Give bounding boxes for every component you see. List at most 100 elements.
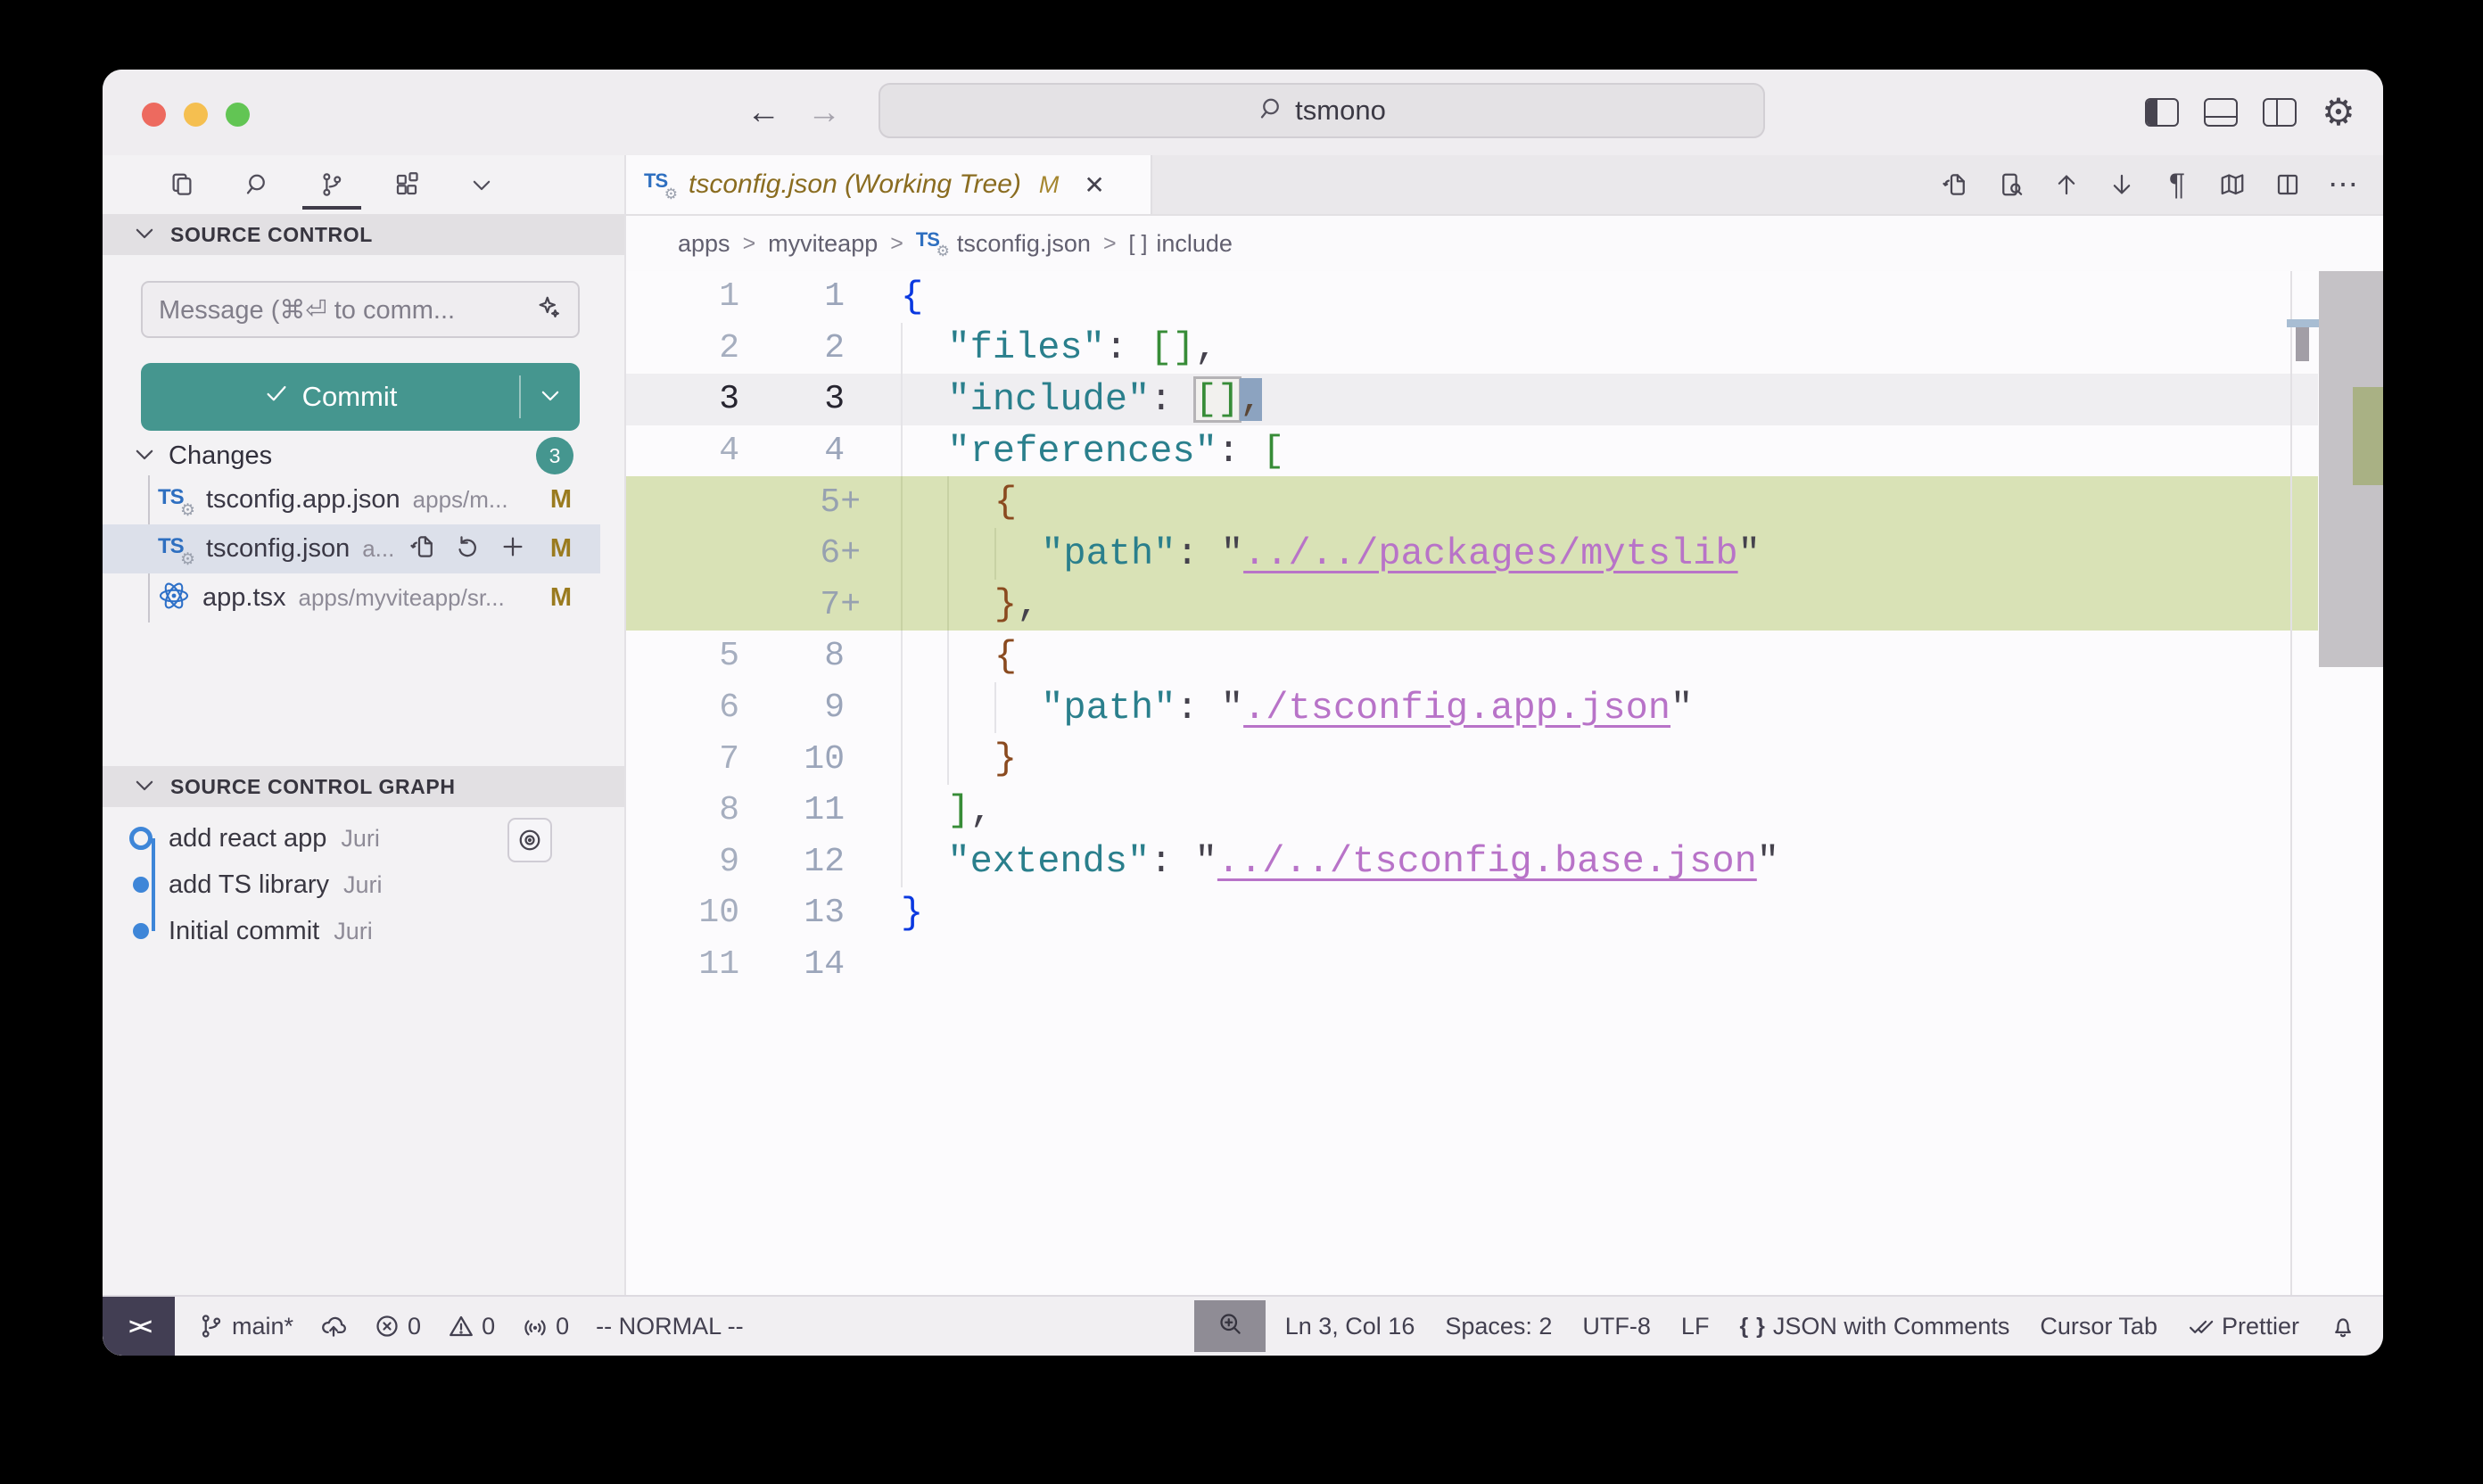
code-token: : bbox=[1176, 687, 1220, 730]
close-window-button[interactable] bbox=[142, 103, 166, 127]
indent-guide bbox=[947, 580, 994, 631]
open-changes-button[interactable] bbox=[1937, 160, 1975, 210]
remote-indicator[interactable]: >< bbox=[103, 1297, 175, 1356]
tab-tsconfig-json[interactable]: TS⚙ tsconfig.json (Working Tree) M ✕ bbox=[626, 155, 1152, 214]
activity-bar-explorer[interactable] bbox=[161, 160, 202, 210]
code-line[interactable]: 710} bbox=[626, 733, 2318, 785]
commit-message-input[interactable]: Message (⌘⏎ to comm... bbox=[141, 281, 580, 338]
activity-bar-search[interactable] bbox=[236, 160, 277, 210]
status-branch-status[interactable]: main* bbox=[198, 1313, 293, 1340]
line-number-original: 8 bbox=[626, 791, 755, 829]
forward-icon[interactable]: → bbox=[807, 95, 841, 129]
minimize-window-button[interactable] bbox=[184, 103, 208, 127]
breadcrumb-item-myviteapp[interactable]: myviteapp bbox=[768, 230, 878, 258]
breadcrumb-item-tsconfig.json[interactable]: TS⚙tsconfig.json bbox=[916, 230, 1091, 258]
status-formatter[interactable]: Prettier bbox=[2188, 1313, 2299, 1340]
code-line[interactable]: 1114 bbox=[626, 939, 2318, 991]
path-link[interactable]: ./tsconfig.app.json bbox=[1243, 687, 1670, 730]
status-encoding[interactable]: UTF-8 bbox=[1582, 1313, 1651, 1340]
code-line[interactable]: 58{ bbox=[626, 631, 2318, 682]
source-control-graph-header[interactable]: SOURCE CONTROL GRAPH bbox=[103, 766, 624, 807]
arrow-up-icon bbox=[2053, 171, 2080, 198]
commit-row[interactable]: add react appJuri bbox=[103, 815, 600, 862]
status-bar-right: Ln 3, Col 16 Spaces: 2 UTF-8 LF { }JSON with… bbox=[1266, 1313, 2383, 1340]
status-vim-mode[interactable]: -- NORMAL -- bbox=[596, 1313, 743, 1340]
code-line[interactable]: 1013} bbox=[626, 887, 2318, 939]
status-warnings[interactable]: 0 bbox=[448, 1313, 495, 1340]
code-content: "include": [], bbox=[862, 374, 1262, 425]
checkout-target-button[interactable] bbox=[507, 818, 552, 862]
ellipsis-button[interactable]: ⋯ bbox=[2324, 160, 2362, 210]
breadcrumb-label: apps bbox=[678, 230, 730, 258]
back-icon[interactable]: ← bbox=[747, 95, 780, 129]
status-cursor-tab[interactable]: Cursor Tab bbox=[2040, 1313, 2157, 1340]
change-row[interactable]: TS⚙tsconfig.app.jsonapps/m...M bbox=[103, 475, 600, 524]
commit-row[interactable]: add TS libraryJuri bbox=[103, 862, 600, 908]
commit-button[interactable]: Commit bbox=[141, 363, 580, 431]
pilcrow-button[interactable]: ¶ bbox=[2158, 160, 2196, 210]
commit-message-placeholder: Message (⌘⏎ to comm... bbox=[159, 294, 535, 326]
status-errors[interactable]: 0 bbox=[374, 1313, 421, 1340]
code-token: } bbox=[994, 738, 1017, 780]
code-line[interactable]: 6+"path": "../../packages/mytslib" bbox=[626, 528, 2318, 580]
code-line[interactable]: 11{ bbox=[626, 271, 2318, 323]
changes-header[interactable]: Changes 3 bbox=[103, 436, 600, 475]
toggle-panel-button[interactable] bbox=[2201, 70, 2240, 155]
changes-label: Changes bbox=[169, 441, 272, 471]
arrow-up-button[interactable] bbox=[2048, 160, 2085, 210]
commit-row[interactable]: Initial commitJuri bbox=[103, 908, 600, 954]
change-row[interactable]: TS⚙tsconfig.jsona...M bbox=[103, 524, 600, 573]
toggle-sidebar-button[interactable] bbox=[2142, 70, 2182, 155]
status-eol[interactable]: LF bbox=[1681, 1313, 1710, 1340]
activity-bar-extensions[interactable] bbox=[386, 160, 427, 210]
activity-bar-source-control[interactable] bbox=[311, 160, 352, 210]
code-line[interactable]: 44"references": [ bbox=[626, 425, 2318, 477]
diff-editor[interactable]: 11{22"files": [],33"include": [],44"refe… bbox=[626, 271, 2383, 1295]
code-line[interactable]: 33"include": [], bbox=[626, 374, 2318, 425]
code-token: [] bbox=[1195, 378, 1240, 421]
code-token: "extends" bbox=[947, 840, 1150, 883]
status-cursor-position[interactable]: Ln 3, Col 16 bbox=[1285, 1313, 1415, 1340]
code-line[interactable]: 22"files": [], bbox=[626, 323, 2318, 375]
sparkle-icon[interactable] bbox=[535, 294, 562, 326]
status-ports[interactable]: 0 bbox=[522, 1313, 569, 1340]
status-language-mode[interactable]: { }JSON with Comments bbox=[1739, 1313, 2009, 1340]
chevron-down-icon bbox=[468, 171, 495, 198]
status-notifications[interactable] bbox=[2330, 1313, 2356, 1340]
zoom-window-button[interactable] bbox=[226, 103, 250, 127]
code-line[interactable]: 69"path": "./tsconfig.app.json" bbox=[626, 682, 2318, 734]
code-line[interactable]: 811], bbox=[626, 785, 2318, 837]
status-indentation[interactable]: Spaces: 2 bbox=[1445, 1313, 1552, 1340]
breadcrumb-item-include[interactable]: [ ]include bbox=[1129, 230, 1233, 258]
path-link[interactable]: ../../tsconfig.base.json bbox=[1217, 840, 1757, 883]
split-editor-button[interactable] bbox=[2269, 160, 2306, 210]
settings-button[interactable]: ⚙ bbox=[2319, 70, 2358, 155]
zoom-indicator-button[interactable] bbox=[1194, 1300, 1266, 1352]
file-search-button[interactable] bbox=[1992, 160, 2030, 210]
code-line[interactable]: 912"extends": "../../tsconfig.base.json" bbox=[626, 837, 2318, 888]
braces-icon: { } bbox=[1739, 1315, 1765, 1338]
stage-button[interactable] bbox=[499, 533, 526, 565]
path-link[interactable]: ../../packages/mytslib bbox=[1243, 532, 1738, 575]
activity-bar-chevron-down[interactable] bbox=[461, 160, 502, 210]
code-line[interactable]: 7+}, bbox=[626, 580, 2318, 631]
code-token: "path" bbox=[1041, 687, 1176, 730]
tab-title: tsconfig.json (Working Tree) bbox=[689, 169, 1021, 200]
discard-button[interactable] bbox=[455, 533, 482, 565]
source-control-section-header[interactable]: SOURCE CONTROL bbox=[103, 214, 624, 255]
status-sync-status[interactable] bbox=[320, 1313, 347, 1340]
file-path: apps/myviteapp/sr... bbox=[299, 584, 505, 612]
command-center-search[interactable]: tsmono bbox=[879, 83, 1765, 138]
code-token: , bbox=[1195, 326, 1217, 369]
arrow-down-button[interactable] bbox=[2103, 160, 2141, 210]
commit-dropdown-button[interactable] bbox=[521, 382, 580, 413]
sidebar: SOURCE CONTROL Message (⌘⏎ to comm... Co… bbox=[103, 155, 626, 1295]
close-icon[interactable]: ✕ bbox=[1084, 170, 1104, 200]
breadcrumb-item-apps[interactable]: apps bbox=[678, 230, 730, 258]
change-row[interactable]: app.tsxapps/myviteapp/sr...M bbox=[103, 573, 600, 622]
code-line[interactable]: 5+{ bbox=[626, 476, 2318, 528]
open-file-button[interactable] bbox=[410, 533, 437, 565]
toggle-secondary-sidebar-button[interactable] bbox=[2260, 70, 2299, 155]
line-number-original: 2 bbox=[626, 329, 755, 367]
map-button[interactable] bbox=[2214, 160, 2251, 210]
